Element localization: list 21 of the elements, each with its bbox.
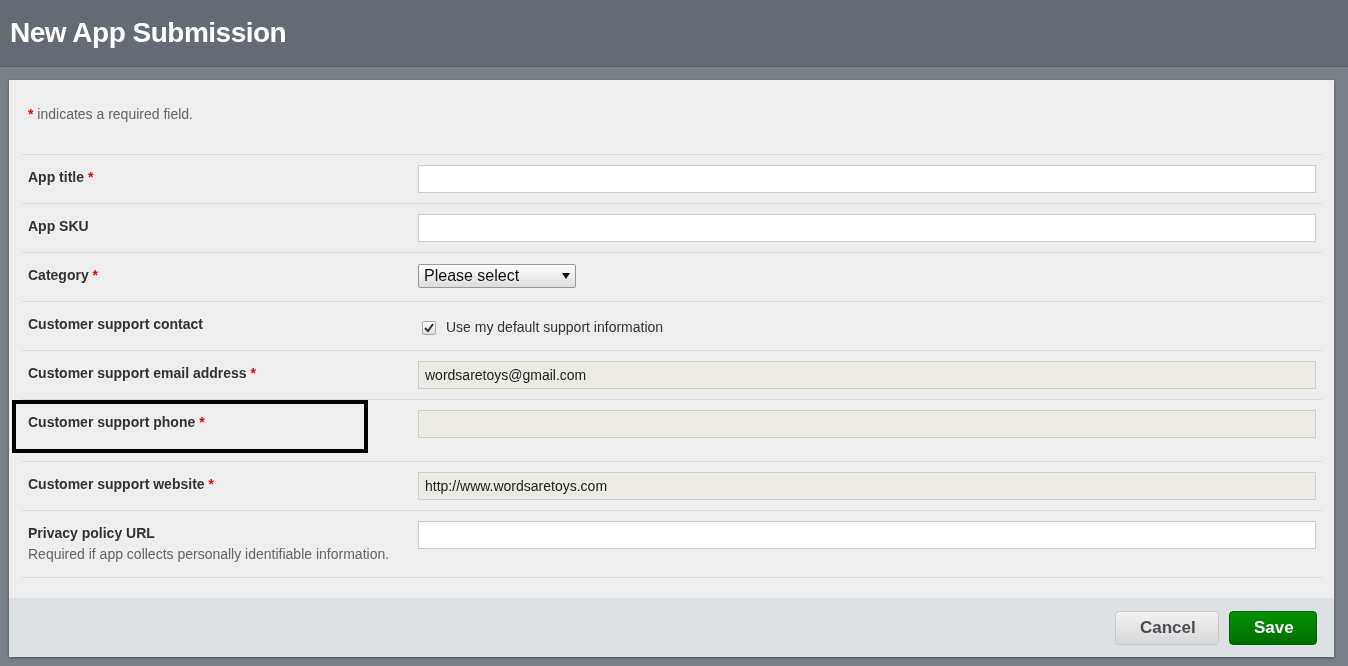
cancel-button[interactable]: Cancel <box>1115 610 1219 645</box>
category-select[interactable]: Please select <box>418 264 576 288</box>
checkbox-label[interactable]: Use my default support information <box>446 317 664 338</box>
field-label: Privacy policy URL <box>28 524 156 543</box>
required-note: * indicates a required field. <box>27 105 194 124</box>
save-button[interactable]: Save <box>1229 610 1317 645</box>
field-label: Category * <box>28 266 100 285</box>
field-label: Customer support contact <box>28 315 204 334</box>
field-label: App SKU <box>28 217 90 236</box>
caret-icon <box>562 273 570 279</box>
page-title: New App Submission <box>10 16 287 50</box>
checkbox[interactable] <box>422 320 436 335</box>
field-label: Customer support website * <box>28 475 215 494</box>
checkmark-icon <box>424 323 434 332</box>
field-label: Customer support phone * <box>28 413 206 432</box>
field-hint: Required if app collects personally identifiable information. <box>28 545 391 564</box>
input-field[interactable] <box>418 214 1316 242</box>
input-field[interactable] <box>418 165 1316 193</box>
input-field[interactable] <box>418 521 1316 549</box>
field-label: App title * <box>28 168 95 187</box>
field-label: Customer support email address * <box>28 364 257 383</box>
